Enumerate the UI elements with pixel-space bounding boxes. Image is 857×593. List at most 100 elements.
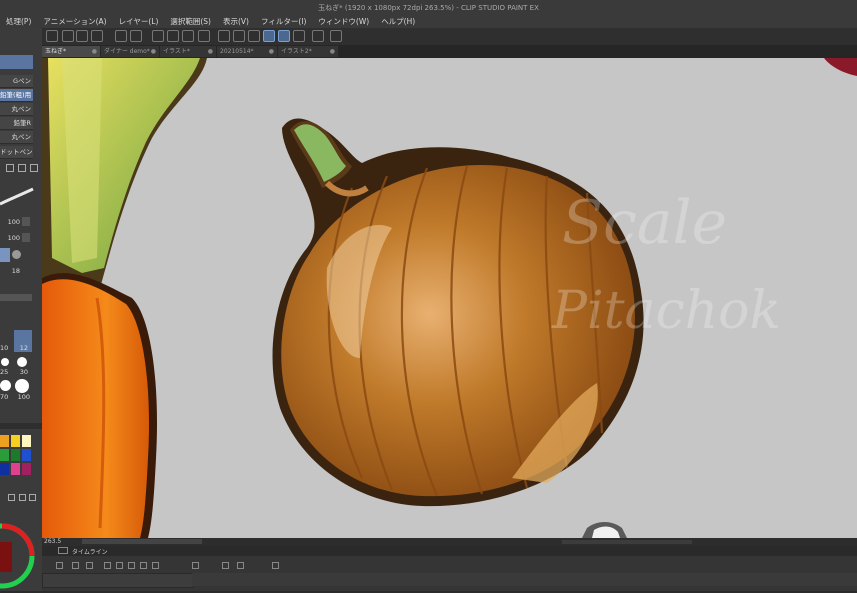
document-tabs: 玉ねぎ* ● ダイナー demo* ● イラスト* ● 20210514* ● イラスト… xyxy=(42,45,857,58)
color-wheel[interactable] xyxy=(0,518,40,593)
crop-icon[interactable] xyxy=(233,30,245,42)
close-tab-icon[interactable]: ● xyxy=(269,46,274,57)
subtool-item-3[interactable]: 鉛筆R xyxy=(0,117,33,130)
tab-label: 玉ねぎ* xyxy=(45,48,67,55)
copy-subtool-icon[interactable] xyxy=(18,164,26,172)
subtool-actions xyxy=(2,164,38,172)
tab-illustration-2[interactable]: イラスト2* ● xyxy=(278,46,338,57)
subtool-item-2[interactable]: 丸ペン xyxy=(0,103,33,116)
palette-swatch[interactable] xyxy=(0,449,9,461)
add-color-icon[interactable] xyxy=(8,494,15,501)
horizontal-scrollbar[interactable] xyxy=(562,540,692,544)
deselect-icon[interactable] xyxy=(248,30,260,42)
tab-diner-demo[interactable]: ダイナー demo* ● xyxy=(101,46,159,57)
palette-swatch[interactable] xyxy=(0,463,9,475)
brush-size-label-4: 70 xyxy=(0,393,9,401)
brush-shape-option[interactable] xyxy=(12,250,21,259)
menu-item-4[interactable]: 表示(V) xyxy=(217,16,255,27)
tab-20210514[interactable]: 20210514* ● xyxy=(217,46,277,57)
add-subtool-icon[interactable] xyxy=(6,164,14,172)
clear-icon[interactable] xyxy=(167,30,179,42)
fill-icon[interactable] xyxy=(182,30,194,42)
play-icon[interactable] xyxy=(128,562,135,569)
list-icon[interactable] xyxy=(312,30,324,42)
zoom-value[interactable]: 263.5 xyxy=(44,538,61,545)
menu-item-6[interactable]: ウィンドウ(W) xyxy=(312,16,375,27)
last-frame-icon[interactable] xyxy=(152,562,159,569)
palette-swatch[interactable] xyxy=(0,435,9,447)
timeline-panel: タイムライン xyxy=(42,546,857,591)
undo-icon[interactable] xyxy=(115,30,127,42)
save-icon[interactable] xyxy=(76,30,88,42)
menu-item-1[interactable]: アニメーション(A) xyxy=(37,16,112,27)
timeline-track[interactable] xyxy=(192,573,857,586)
zoom-slider[interactable] xyxy=(82,539,202,544)
menu-item-5[interactable]: フィルター(I) xyxy=(255,16,312,27)
drawing-canvas[interactable]: Scale Pitachok xyxy=(42,58,857,538)
new-timeline-icon[interactable] xyxy=(56,562,63,569)
size-slider[interactable] xyxy=(22,217,30,226)
menu-item-7[interactable]: ヘルプ(H) xyxy=(375,16,421,27)
size-value[interactable]: 100 xyxy=(0,218,20,226)
zoom-out-icon[interactable] xyxy=(72,562,79,569)
timeline-dropdown[interactable] xyxy=(42,573,194,588)
edit-color-icon[interactable] xyxy=(19,494,26,501)
close-tab-icon[interactable]: ● xyxy=(92,46,97,57)
open-file-icon[interactable] xyxy=(62,30,74,42)
redo-icon[interactable] xyxy=(130,30,142,42)
canvas-artwork xyxy=(42,58,857,538)
new-file-icon[interactable] xyxy=(46,30,58,42)
tab-illustration[interactable]: イラスト* ● xyxy=(160,46,216,57)
timeline-header: タイムライン xyxy=(42,546,857,556)
prev-frame-icon[interactable] xyxy=(116,562,123,569)
timeline-tab[interactable]: タイムライン xyxy=(72,547,108,556)
snap-special-ruler-icon[interactable] xyxy=(278,30,290,42)
transform-icon[interactable] xyxy=(198,30,210,42)
brush-size-dot[interactable] xyxy=(0,380,11,391)
help-icon[interactable] xyxy=(330,30,342,42)
delete-color-icon[interactable] xyxy=(29,494,36,501)
palette-swatch[interactable] xyxy=(11,449,20,461)
next-frame-icon[interactable] xyxy=(140,562,147,569)
snap-ruler-icon[interactable] xyxy=(263,30,275,42)
brush-size-dot[interactable] xyxy=(15,379,29,393)
onion-skin-icon[interactable] xyxy=(237,562,244,569)
menu-item-3[interactable]: 選択範囲(S) xyxy=(164,16,217,27)
brush-shape-selected[interactable] xyxy=(0,248,10,262)
menu-items: 処理(P) アニメーション(A) レイヤー(L) 選択範囲(S) 表示(V) フィルター(… xyxy=(0,16,421,27)
palette-swatch[interactable] xyxy=(11,463,20,475)
subtool-item-4[interactable]: 丸ペン xyxy=(0,131,33,144)
palette-swatch[interactable] xyxy=(22,449,31,461)
subtool-item-5[interactable]: ドットペン xyxy=(0,146,33,159)
carrot-body xyxy=(42,279,150,538)
palette-swatch[interactable] xyxy=(11,435,20,447)
first-frame-icon[interactable] xyxy=(104,562,111,569)
keyframe-icon[interactable] xyxy=(272,562,279,569)
brush-size-dot[interactable] xyxy=(17,357,27,367)
selection-icon[interactable] xyxy=(218,30,230,42)
delete-subtool-icon[interactable] xyxy=(30,164,38,172)
close-tab-icon[interactable]: ● xyxy=(208,46,213,57)
command-bar xyxy=(42,28,857,46)
settings-icon[interactable] xyxy=(152,30,164,42)
loop-icon[interactable] xyxy=(192,562,199,569)
tab-onion[interactable]: 玉ねぎ* ● xyxy=(42,46,100,57)
density-value[interactable]: 18 xyxy=(0,267,20,275)
opacity-value[interactable]: 100 xyxy=(0,234,20,242)
palette-swatch[interactable] xyxy=(22,463,31,475)
snap-grid-icon[interactable] xyxy=(293,30,305,42)
export-icon[interactable] xyxy=(91,30,103,42)
property-slider[interactable] xyxy=(0,294,32,301)
palette-swatch[interactable] xyxy=(22,435,31,447)
subtool-header xyxy=(0,55,33,69)
zoom-in-icon[interactable] xyxy=(86,562,93,569)
close-tab-icon[interactable]: ● xyxy=(151,46,156,57)
opacity-slider[interactable] xyxy=(22,233,30,242)
close-tab-icon[interactable]: ● xyxy=(330,46,335,57)
menu-item-2[interactable]: レイヤー(L) xyxy=(113,16,165,27)
subtool-item-1[interactable]: 鉛筆(粗)用 xyxy=(0,89,33,102)
menu-item-0[interactable]: 処理(P) xyxy=(0,16,37,27)
new-cel-icon[interactable] xyxy=(222,562,229,569)
brush-size-dot[interactable] xyxy=(1,358,9,366)
subtool-item-0[interactable]: Gペン xyxy=(0,75,33,88)
